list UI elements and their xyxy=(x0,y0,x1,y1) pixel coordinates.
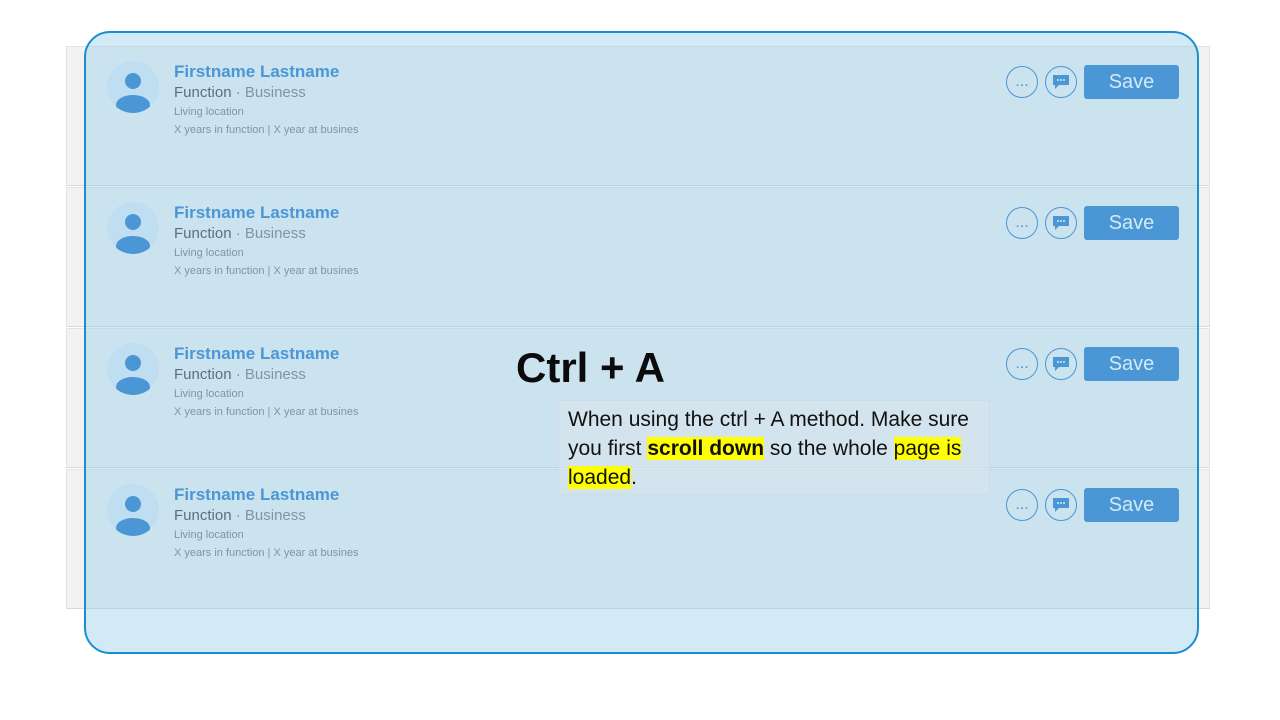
more-options-button[interactable]: ... xyxy=(1006,66,1038,98)
message-button[interactable] xyxy=(1045,348,1077,380)
profile-list: Firstname Lastname Function · Business L… xyxy=(66,46,1210,609)
profile-card: Firstname Lastname Function · Business L… xyxy=(66,187,1210,327)
profile-business: Business xyxy=(244,507,306,524)
separator: · xyxy=(235,507,241,524)
profile-years: X years in function | X year at busines xyxy=(174,124,359,136)
message-button[interactable] xyxy=(1045,207,1077,239)
message-icon xyxy=(1053,498,1069,512)
profile-location: Living location xyxy=(174,388,244,400)
profile-actions: ... Save xyxy=(1006,347,1179,381)
person-avatar-icon[interactable] xyxy=(107,484,159,536)
more-options-icon: ... xyxy=(1015,73,1029,90)
profile-card: Firstname Lastname Function · Business L… xyxy=(66,46,1210,186)
callout-bold-highlight: scroll down xyxy=(647,437,765,460)
profile-business: Business xyxy=(244,225,306,242)
profile-name[interactable]: Firstname Lastname xyxy=(174,61,358,83)
profile-function: Function xyxy=(174,225,232,242)
more-options-icon: ... xyxy=(1015,355,1029,372)
profile-info: Firstname Lastname Function · Business L… xyxy=(174,484,358,562)
profile-function-line: Function · Business xyxy=(174,83,358,103)
more-options-icon: ... xyxy=(1015,496,1029,513)
person-avatar-icon[interactable] xyxy=(107,202,159,254)
more-options-button[interactable]: ... xyxy=(1006,207,1038,239)
profile-function: Function xyxy=(174,507,232,524)
profile-location: Living location xyxy=(174,529,244,541)
profile-name[interactable]: Firstname Lastname xyxy=(174,202,358,224)
save-button[interactable]: Save xyxy=(1084,65,1179,99)
callout-text-end: . xyxy=(631,466,637,489)
separator: · xyxy=(235,225,241,242)
message-icon xyxy=(1053,357,1069,371)
profile-function-line: Function · Business xyxy=(174,365,358,385)
separator: · xyxy=(235,84,241,101)
profile-function: Function xyxy=(174,84,232,101)
profile-info: Firstname Lastname Function · Business L… xyxy=(174,343,358,421)
callout-note: When using the ctrl + A method. Make sur… xyxy=(558,400,990,495)
profile-years: X years in function | X year at busines xyxy=(174,265,359,277)
profile-years: X years in function | X year at busines xyxy=(174,547,359,559)
message-button[interactable] xyxy=(1045,489,1077,521)
message-icon xyxy=(1053,75,1069,89)
person-avatar-icon[interactable] xyxy=(107,343,159,395)
profile-years: X years in function | X year at busines xyxy=(174,406,359,418)
callout-title: Ctrl + A xyxy=(516,344,665,391)
profile-function: Function xyxy=(174,366,232,383)
profile-location: Living location xyxy=(174,247,244,259)
profile-location: Living location xyxy=(174,106,244,118)
profile-function-line: Function · Business xyxy=(174,506,358,526)
more-options-button[interactable]: ... xyxy=(1006,489,1038,521)
save-button[interactable]: Save xyxy=(1084,347,1179,381)
profile-actions: ... Save xyxy=(1006,488,1179,522)
profile-actions: ... Save xyxy=(1006,206,1179,240)
profile-info: Firstname Lastname Function · Business L… xyxy=(174,202,358,280)
separator: · xyxy=(235,366,241,383)
more-options-icon: ... xyxy=(1015,214,1029,231)
person-avatar-icon[interactable] xyxy=(107,61,159,113)
profile-function-line: Function · Business xyxy=(174,224,358,244)
save-button[interactable]: Save xyxy=(1084,206,1179,240)
callout-text-middle: so the whole xyxy=(764,437,894,460)
profile-info: Firstname Lastname Function · Business L… xyxy=(174,61,358,139)
save-button[interactable]: Save xyxy=(1084,488,1179,522)
profile-actions: ... Save xyxy=(1006,65,1179,99)
profile-business: Business xyxy=(244,366,306,383)
message-button[interactable] xyxy=(1045,66,1077,98)
profile-business: Business xyxy=(244,84,306,101)
message-icon xyxy=(1053,216,1069,230)
more-options-button[interactable]: ... xyxy=(1006,348,1038,380)
profile-name[interactable]: Firstname Lastname xyxy=(174,484,358,506)
profile-name[interactable]: Firstname Lastname xyxy=(174,343,358,365)
